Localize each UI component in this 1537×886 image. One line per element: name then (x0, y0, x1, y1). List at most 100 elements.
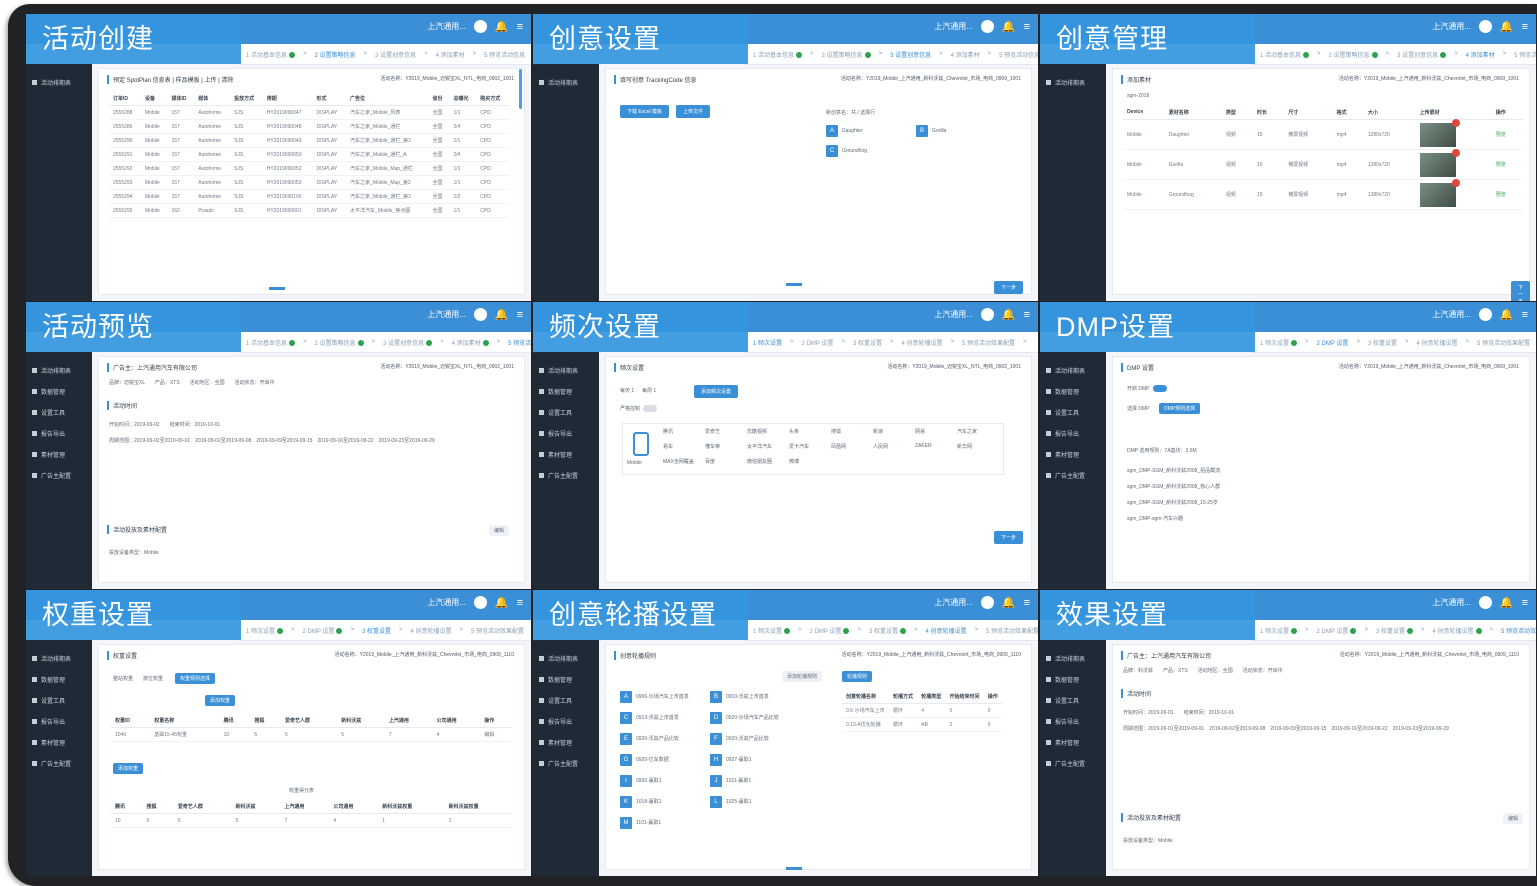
step-item[interactable]: 1 活动基本信息 (246, 50, 296, 59)
user-name[interactable]: 上汽通用... (934, 21, 973, 32)
user-name[interactable]: 上汽通用... (1432, 309, 1471, 320)
step-item[interactable]: 4 创意轮播设置 (925, 626, 966, 635)
creative-rotation-item[interactable]: M 1101-赢取1 (620, 817, 661, 829)
step-item[interactable]: 2 设置策略信息 (315, 338, 364, 347)
media-option[interactable]: 汽车之家 (957, 428, 977, 435)
table-row[interactable]: 2555293 Mobile 157 Autohome SJS HY2019090053 D… (109, 175, 509, 190)
media-option[interactable]: 易车 (663, 443, 673, 450)
step-item[interactable]: 1 频次设置 (1260, 338, 1298, 347)
step-item[interactable]: 4 创意轮播设置 (1432, 626, 1482, 635)
dmp-toggle[interactable]: 开启 DMP (1127, 385, 1170, 393)
frequency-toggle[interactable]: 严格控制 (620, 405, 660, 413)
rotation-rule-button[interactable]: 轮播规则 (842, 671, 873, 682)
bell-icon[interactable]: 🔔 (1002, 20, 1016, 33)
sidebar-item[interactable]: 数据管理 (26, 669, 92, 690)
sidebar-item[interactable]: 数据管理 (26, 381, 92, 402)
sidebar-item[interactable]: 活动排期表 (26, 72, 92, 93)
step-item[interactable]: 3 设置创意信息 (1397, 50, 1447, 59)
media-option[interactable]: 微博 (789, 458, 799, 465)
creative-rotation-item[interactable]: A 0906-沙场汽车上市首发 (620, 691, 689, 703)
menu-icon[interactable]: ≡ (517, 21, 523, 33)
creative-rotation-item[interactable]: L 1025-赢取1 (710, 796, 752, 808)
step-item[interactable]: 3 权重设置 (1368, 338, 1397, 347)
table-row[interactable]: 1046 基础15-45权重 10 5 5 5 7 4 编辑 (111, 727, 511, 742)
bell-icon[interactable]: 🔔 (495, 20, 509, 33)
media-option[interactable]: 搜狐 (831, 428, 841, 435)
media-option[interactable]: 百度 (705, 458, 715, 465)
remove-icon[interactable] (1451, 148, 1460, 157)
menu-icon[interactable]: ≡ (517, 597, 523, 609)
next-button[interactable]: 下一步 (994, 531, 1024, 544)
sidebar-item[interactable]: 活动排期表 (1040, 72, 1106, 93)
pagination-indicator[interactable] (786, 867, 802, 870)
remove-icon[interactable] (1451, 178, 1460, 187)
sidebar-item[interactable]: 广告主配置 (26, 753, 92, 774)
avatar[interactable] (1478, 596, 1492, 609)
sidebar-item[interactable]: 报告导出 (26, 711, 92, 732)
video-thumbnail[interactable] (1419, 118, 1460, 147)
toggle-switch[interactable] (643, 405, 658, 413)
user-name[interactable]: 上汽通用... (934, 309, 973, 320)
table-row[interactable]: 2555288 Mobile 157 Autohome SJS HY2019090047 D… (109, 105, 509, 120)
sidebar-item[interactable]: 广告主配置 (533, 753, 599, 774)
creative-rotation-item[interactable]: J 1011-赢取1 (710, 775, 751, 787)
avatar[interactable] (980, 596, 994, 609)
step-item[interactable]: 5 预览活动信息 (508, 338, 531, 347)
menu-icon[interactable]: ≡ (1522, 309, 1528, 321)
sidebar-item[interactable]: 数据管理 (1040, 381, 1106, 402)
creative-rotation-item[interactable]: G 0920-亿车数据 (620, 754, 669, 766)
user-name[interactable]: 上汽通用... (1432, 597, 1471, 608)
step-item[interactable]: 5 预览活动效果配置 (962, 338, 1015, 347)
media-option[interactable]: 优酷视频 (747, 428, 767, 435)
creative-rotation-item[interactable]: E 0920-沃兹产品比较 (620, 733, 679, 745)
filter-tab[interactable]: sgm-2018 (1127, 93, 1149, 99)
media-option[interactable]: MAX全网覆盖 (663, 458, 694, 465)
media-option[interactable]: 人民网 (873, 443, 888, 450)
media-option[interactable]: 爱奇艺 (705, 428, 720, 435)
step-item[interactable]: 5 预览活动信息 (999, 50, 1038, 59)
video-thumbnail[interactable] (1419, 148, 1460, 177)
table-row[interactable]: 2555291 Mobile 157 Autohome SJS HY2019090050 D… (109, 147, 509, 162)
media-option[interactable]: 腾讯 (663, 428, 673, 435)
media-option[interactable]: 网易 (915, 428, 925, 435)
creative-rotation-item[interactable]: C 0913-沃兹上市首发 (620, 712, 679, 724)
step-item[interactable]: 3 权重设置 (853, 338, 882, 347)
frequency-inputs[interactable]: 每天 1 每周 1 (620, 387, 656, 394)
sidebar-item[interactable]: 数据管理 (533, 381, 599, 402)
bell-icon[interactable]: 🔔 (1002, 596, 1016, 609)
sidebar-item[interactable]: 活动排期表 (1040, 360, 1106, 381)
upload-file-button[interactable]: 上传文件 (676, 105, 711, 118)
step-item[interactable]: 2 DMP 设置 (802, 338, 834, 347)
sidebar-item[interactable]: 素材管理 (26, 732, 92, 753)
step-item[interactable]: 2 DMP 设置 (1317, 338, 1349, 347)
step-item[interactable]: 1 活动基本信息 (246, 338, 296, 347)
media-option[interactable]: 爱卡汽车 (789, 443, 809, 450)
sidebar-item[interactable]: 广告主配置 (1040, 465, 1106, 486)
dmp-rule-button[interactable]: DMP规则选择 (1159, 403, 1201, 414)
sidebar-item[interactable]: 报告导出 (1040, 423, 1106, 444)
sidebar-item[interactable]: 报告导出 (1040, 711, 1106, 732)
step-item[interactable]: 1 频次设置 (753, 338, 782, 347)
sidebar-item[interactable]: 活动排期表 (533, 72, 599, 93)
sidebar-item[interactable]: 广告主配置 (1040, 753, 1106, 774)
table-row[interactable]: Mobile Groundhog 视频 15 横屏视频 mp4 1280x720 预览 (1123, 178, 1523, 210)
table-row[interactable]: 2555295 Mobile 162 Pcauto SJS HY2019090001 DIS… (109, 203, 509, 218)
next-button[interactable]: 下一步 (994, 281, 1024, 294)
bell-icon[interactable]: 🔔 (1500, 20, 1514, 33)
table-row[interactable]: 2555294 Mobile 157 Autohome SJS HY2019090100 D… (109, 189, 509, 204)
step-item[interactable]: 4 添加素材 (452, 338, 489, 347)
step-item[interactable]: 2 设置策略信息 (315, 50, 356, 59)
avatar[interactable] (473, 308, 487, 321)
media-option[interactable]: 凤凰网 (831, 443, 846, 450)
weight-mode-radio[interactable]: 整站权重 按位权重 (113, 675, 163, 682)
step-item[interactable]: 3 设置创意信息 (890, 50, 931, 59)
table-row[interactable]: Mobile Daughter 视频 15 横屏视频 mp4 1280x720 预览 (1123, 118, 1523, 150)
sidebar-item[interactable]: 设置工具 (1040, 690, 1106, 711)
step-item[interactable]: 1 活动基本信息 (753, 50, 803, 59)
sidebar-item[interactable]: 数据管理 (1040, 669, 1106, 690)
bell-icon[interactable]: 🔔 (495, 596, 509, 609)
remove-icon[interactable] (1451, 118, 1460, 127)
user-name[interactable]: 上汽通用... (427, 597, 466, 608)
sidebar-item[interactable]: 设置工具 (533, 402, 599, 423)
user-name[interactable]: 上汽通用... (427, 21, 466, 32)
